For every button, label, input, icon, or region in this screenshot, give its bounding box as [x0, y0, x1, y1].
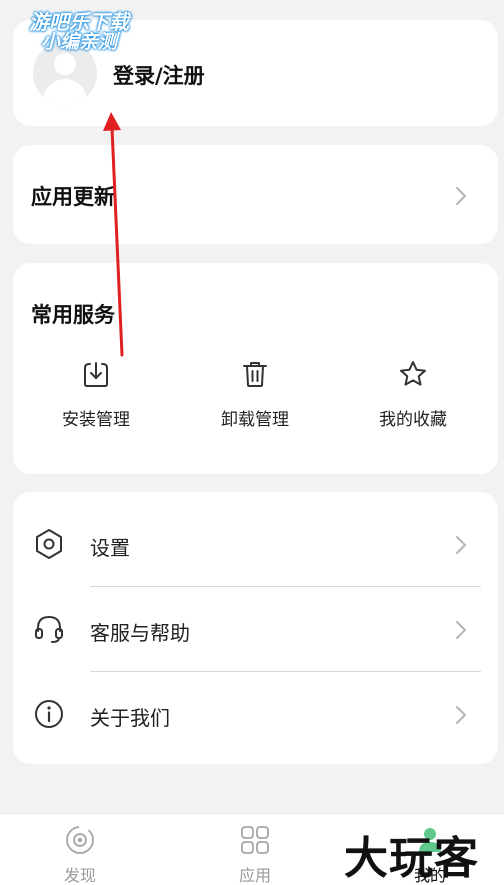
customer-service-row[interactable]: 客服与帮助 — [13, 587, 498, 672]
watermark-bottom: 大玩客 — [344, 833, 479, 884]
uninstall-management-label: 卸载管理 — [221, 410, 289, 430]
discover-icon — [66, 826, 94, 854]
watermark-line-1: 游吧乐下载 — [29, 10, 129, 34]
my-favorites-button[interactable]: 我的收藏 — [343, 359, 483, 449]
customer-service-label: 客服与帮助 — [90, 621, 190, 645]
uninstall-management-button[interactable]: 卸载管理 — [185, 359, 325, 449]
headset-icon — [35, 615, 63, 643]
info-icon — [35, 700, 63, 728]
watermark-line-2: 小编亲测 — [40, 31, 117, 53]
install-management-button[interactable]: 安装管理 — [26, 359, 166, 449]
app-update-label: 应用更新 — [31, 185, 115, 209]
settings-row[interactable]: 设置 — [13, 502, 498, 587]
hexagon-settings-icon — [36, 529, 62, 559]
settings-label: 设置 — [90, 536, 130, 560]
common-services-card: 常用服务 安装管理 卸载管理 我的收藏 — [13, 263, 498, 474]
about-us-label: 关于我们 — [90, 706, 170, 730]
chevron-right-icon — [456, 536, 466, 554]
nav-discover-label: 发现 — [63, 866, 96, 885]
settings-card: 设置 客服与帮助 关于我们 — [13, 492, 498, 764]
app-update-row[interactable]: 应用更新 — [13, 145, 498, 244]
chevron-right-icon — [456, 187, 466, 205]
my-favorites-label: 我的收藏 — [379, 410, 447, 430]
apps-grid-icon — [241, 826, 269, 854]
chevron-right-icon — [456, 706, 466, 724]
download-box-icon — [84, 362, 108, 387]
watermark-top: 游吧乐下载 小编亲测 — [14, 12, 144, 53]
chevron-right-icon — [456, 621, 466, 639]
common-services-title: 常用服务 — [31, 303, 115, 327]
nav-apps-label: 应用 — [238, 866, 271, 885]
trash-icon — [243, 362, 267, 387]
install-management-label: 安装管理 — [62, 410, 130, 430]
star-icon — [400, 361, 426, 386]
nav-discover[interactable]: 发现 — [30, 824, 130, 885]
about-us-row[interactable]: 关于我们 — [13, 672, 498, 757]
nav-apps[interactable]: 应用 — [205, 824, 305, 885]
login-register-link[interactable]: 登录/注册 — [113, 60, 205, 90]
